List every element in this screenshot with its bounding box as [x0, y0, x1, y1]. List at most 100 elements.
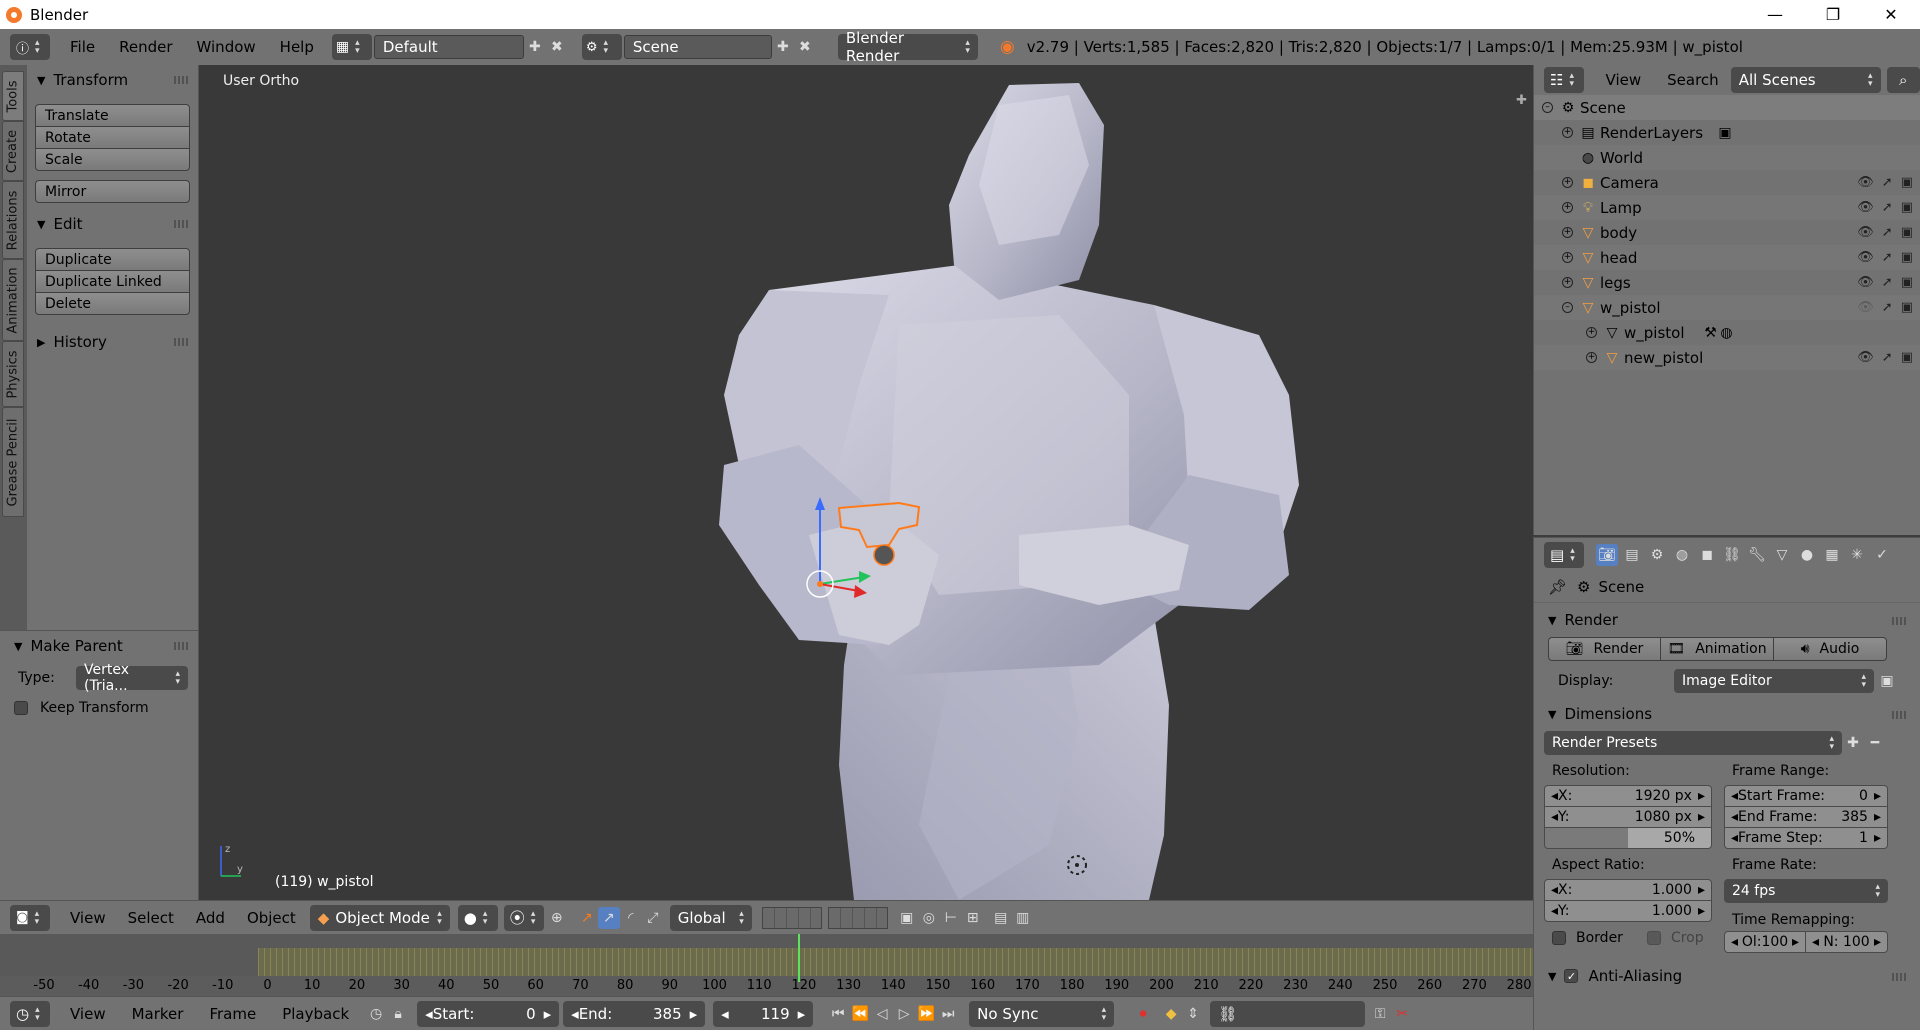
render-animation-button[interactable]: 🎞︎ Animation [1660, 637, 1774, 661]
3d-viewport[interactable]: User Ortho z y (119) w_pistol ✚ [199, 65, 1533, 900]
menu-window[interactable]: Window [191, 34, 262, 60]
expand-icon[interactable]: + [1586, 327, 1597, 338]
tab-relations[interactable]: Relations [2, 181, 24, 259]
jump-keyframe-back-icon[interactable]: ⏪ [849, 1003, 871, 1025]
play-icon[interactable]: ▷ [893, 1003, 915, 1025]
minimize-button[interactable]: — [1746, 0, 1804, 29]
duplicate-button[interactable]: Duplicate [35, 248, 190, 271]
expand-icon[interactable]: + [1562, 177, 1573, 188]
selectable-cursor-icon[interactable]: ➚ [1882, 250, 1893, 265]
outliner-item-new-pistol[interactable]: + ▽ new_pistol 👁︎ ➚ ▣ [1534, 345, 1920, 370]
pivot-point-select[interactable]: ⦿ ▴ ▾ [503, 904, 544, 931]
viewport-shading-select[interactable]: ● ▴ ▾ [457, 904, 498, 931]
outliner-item-head[interactable]: + ▽ head 👁︎ ➚ ▣ [1534, 245, 1920, 270]
panel-grip-icon[interactable] [174, 220, 188, 228]
crop-checkbox[interactable] [1646, 931, 1661, 945]
selectable-cursor-icon[interactable]: ➚ [1882, 350, 1893, 365]
render-presets-select[interactable]: Render Presets ▴ ▾ [1544, 731, 1842, 755]
editor-type-timeline-button[interactable]: ◷ ▴ ▾ [10, 1000, 50, 1027]
scene-layers-grid-1[interactable] [761, 906, 822, 929]
renderable-camera-icon[interactable]: ▣ [1901, 225, 1913, 240]
particles-tab-icon[interactable]: ✳ [1846, 544, 1868, 566]
object-tab-icon[interactable]: ◼ [1696, 544, 1718, 566]
resolution-y-field[interactable]: ◂ Y: 1080 px ▸ [1544, 806, 1712, 828]
menu-select[interactable]: Select [122, 905, 180, 931]
render-tab-icon[interactable]: 📷︎ [1596, 543, 1618, 566]
proportional-edit-icon[interactable]: ◎ [918, 907, 940, 929]
current-frame-indicator[interactable] [798, 934, 801, 982]
menu-file[interactable]: File [64, 34, 101, 60]
render-preview-icon[interactable]: ▤ [990, 907, 1012, 929]
remove-preset-icon[interactable]: ━ [1864, 732, 1886, 754]
material-tab-icon[interactable]: ● [1796, 544, 1818, 566]
outliner-item-w-pistol[interactable]: – ▽ w_pistol 👁︎ ➚ ▣ [1534, 295, 1920, 320]
timeline-markers[interactable] [258, 948, 1533, 976]
selectable-cursor-icon[interactable]: ➚ [1882, 225, 1893, 240]
modifiers-tab-icon[interactable]: 🔧︎ [1746, 544, 1768, 566]
add-layout-icon[interactable]: ✚ [524, 36, 546, 58]
render-engine-selector[interactable]: Blender Render ▴ ▾ [837, 29, 978, 65]
editor-type-properties-button[interactable]: ▤ ▴ ▾ [1544, 541, 1584, 568]
editor-type-outliner-button[interactable]: ☷ ▴ ▾ [1544, 67, 1584, 93]
expand-icon[interactable]: + [1586, 352, 1597, 363]
frame-rate-select[interactable]: 24 fps ▴ ▾ [1724, 879, 1888, 903]
collapse-icon[interactable]: – [1542, 102, 1553, 113]
add-scene-icon[interactable]: ✚ [772, 36, 794, 58]
layout-name-field[interactable]: Default [373, 35, 524, 59]
renderable-camera-icon[interactable]: ▣ [1901, 175, 1913, 190]
current-frame-field[interactable]: ◂ 119 ▸ [713, 1000, 814, 1027]
timeline[interactable]: -50 -40 -30 -20 -10 0 10 20 30 40 50 60 70 80 90 100 110… [0, 934, 1533, 996]
opengl-render-anim-icon[interactable]: ▥ [1012, 907, 1034, 929]
end-frame-field[interactable]: ◂ End Frame: 385 ▸ [1724, 806, 1888, 828]
aspect-y-field[interactable]: ◂ Y: 1.000 ▸ [1544, 900, 1712, 922]
pin-icon[interactable]: 📌︎ [1548, 578, 1567, 596]
outliner-item-lamp[interactable]: + 💡︎ Lamp 👁︎ ➚ ▣ [1534, 195, 1920, 220]
render-image-button[interactable]: 📷︎ Render [1548, 637, 1661, 661]
history-panel-header[interactable]: ▶ History [27, 329, 198, 355]
properties-region-toggle-icon[interactable]: ✚ [1516, 93, 1527, 108]
outliner-item-body[interactable]: + ▽ body 👁︎ ➚ ▣ [1534, 220, 1920, 245]
menu-view[interactable]: View [64, 905, 112, 931]
dimensions-panel-header[interactable]: ▼ Dimensions [1534, 699, 1920, 729]
scene-tab-icon[interactable]: ⚙ [1646, 544, 1668, 566]
scene-layers-grid-2[interactable] [827, 906, 888, 929]
outliner-item-scene[interactable]: – ⚙ Scene [1534, 95, 1920, 120]
scene-selector[interactable]: ⚙ ▴ ▾ [581, 34, 622, 60]
outliner-item-camera[interactable]: + ◼ Camera 👁︎ ➚ ▣ [1534, 170, 1920, 195]
scale-button[interactable]: Scale [35, 148, 190, 171]
tab-animation[interactable]: Animation [2, 259, 24, 341]
delete-button[interactable]: Delete [35, 292, 190, 315]
anti-aliasing-checkbox[interactable]: ✓ [1564, 969, 1579, 983]
mirror-button[interactable]: Mirror [35, 180, 190, 203]
renderable-camera-icon[interactable]: ▣ [1901, 275, 1913, 290]
rotate-manipulator-icon[interactable]: ◜ [620, 907, 642, 929]
tab-physics[interactable]: Physics [2, 341, 24, 407]
remove-layout-icon[interactable]: ✖ [546, 36, 568, 58]
menu-add[interactable]: Add [190, 905, 231, 931]
record-icon[interactable]: ⏺ [1132, 1003, 1154, 1025]
selectable-cursor-icon[interactable]: ➚ [1882, 200, 1893, 215]
keying-set-icon[interactable]: ◆ [1160, 1003, 1182, 1025]
panel-grip-icon[interactable] [174, 76, 188, 84]
outliner-item-world[interactable]: ◍ World [1534, 145, 1920, 170]
keyframe-type-icon[interactable]: ⇕ [1182, 1003, 1204, 1025]
expand-icon[interactable]: + [1562, 252, 1573, 263]
jump-start-icon[interactable]: ⏮ [827, 1003, 849, 1025]
layer-lock-icon[interactable]: ▣ [896, 907, 918, 929]
texture-tab-icon[interactable]: ▦ [1821, 544, 1843, 566]
time-remap-old-field[interactable]: ◂ Ol:100 ▸ [1724, 931, 1806, 953]
visibility-eye-icon[interactable]: 👁︎ [1857, 225, 1874, 240]
manipulator-center-icon[interactable]: ⊕ [546, 907, 568, 929]
render-layers-tab-icon[interactable]: ▤ [1621, 544, 1643, 566]
panel-grip-icon[interactable] [174, 642, 188, 650]
active-keying-set-field[interactable]: ⛓ [1210, 1000, 1366, 1027]
editor-type-info-button[interactable]: ⓘ ▴ ▾ [10, 34, 50, 60]
expand-icon[interactable]: + [1562, 277, 1573, 288]
menu-object[interactable]: Object [241, 905, 302, 931]
editor-type-3dview-button[interactable]: ◙ ▴ ▾ [10, 904, 50, 931]
jump-keyframe-forward-icon[interactable]: ⏩ [915, 1003, 937, 1025]
keep-transform-checkbox[interactable] [14, 701, 28, 715]
aspect-x-field[interactable]: ◂ X: 1.000 ▸ [1544, 879, 1712, 901]
constraints-tab-icon[interactable]: ⛓ [1721, 544, 1743, 566]
time-remap-new-field[interactable]: ◂ N: 100 ▸ [1805, 931, 1888, 953]
